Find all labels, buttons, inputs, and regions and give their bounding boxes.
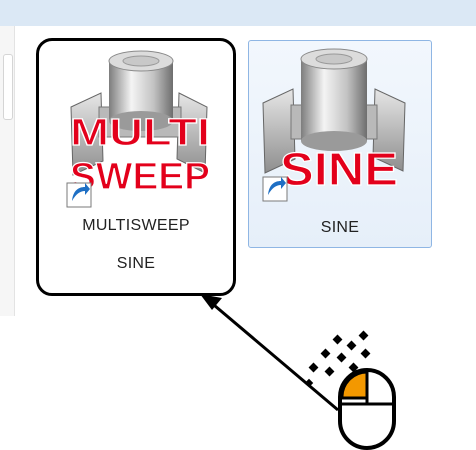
arrow-annotation (200, 294, 339, 412)
mouse-double-click-icon (304, 330, 396, 450)
